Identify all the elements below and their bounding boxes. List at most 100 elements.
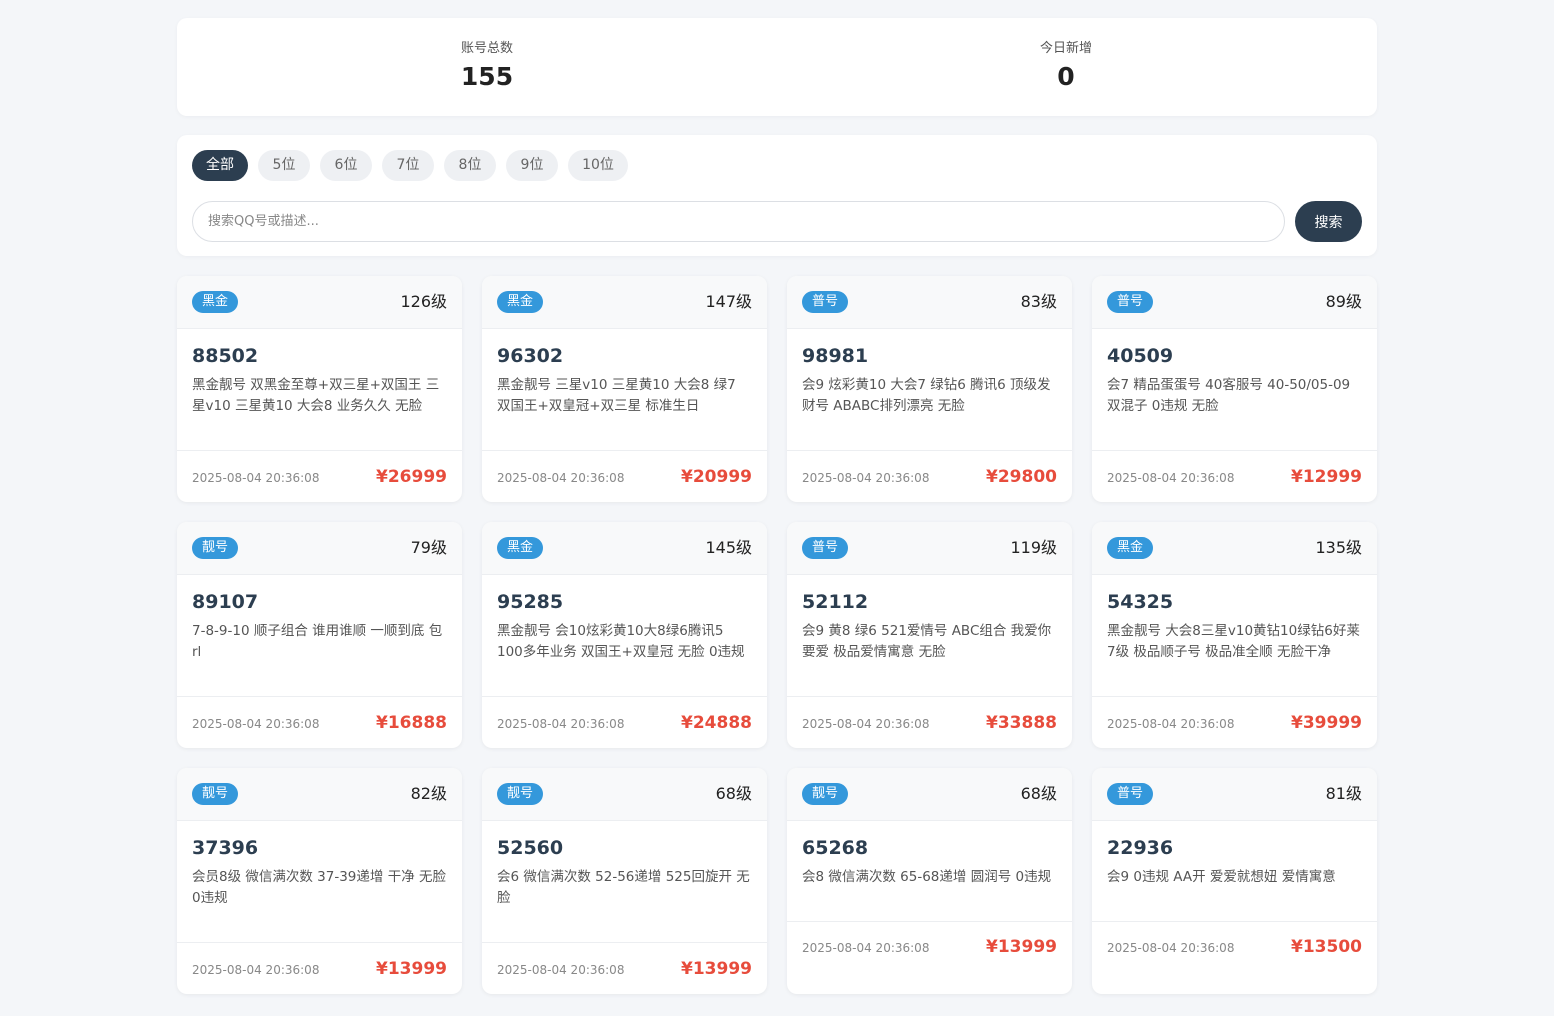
- description: 7-8-9-10 顺子组合 谁用谁顺 一顺到底 包rl: [192, 623, 443, 660]
- card-header: 黑金 135级: [1092, 522, 1377, 575]
- level-text: 68级: [715, 784, 752, 803]
- description: 会9 0违规 AA开 爱爱就想妞 爱情寓意: [1107, 869, 1336, 885]
- card-footer: 2025-08-04 20:36:08 ¥13999: [482, 942, 767, 994]
- search-input[interactable]: [192, 201, 1285, 242]
- card-footer: 2025-08-04 20:36:08 ¥13500: [1092, 921, 1377, 994]
- description: 会6 微信满次数 52-56递增 525回旋开 无脸: [497, 869, 750, 906]
- qq-number: 52112: [802, 591, 869, 613]
- card-header: 靓号 68级: [787, 768, 1072, 821]
- type-badge: 靓号: [192, 537, 239, 559]
- stat-today: 今日新增 0: [966, 40, 1166, 92]
- price: ¥13999: [986, 937, 1057, 957]
- card-header: 黑金 126级: [177, 276, 462, 329]
- account-card[interactable]: 普号 81级 22936 会9 0违规 AA开 爱爱就想妞 爱情寓意 2025-…: [1092, 768, 1377, 994]
- timestamp: 2025-08-04 20:36:08: [802, 941, 930, 955]
- account-card[interactable]: 普号 83级 98981 会9 炫彩黄10 大会7 绿钻6 腾讯6 顶级发财号 …: [787, 276, 1072, 502]
- tab-10[interactable]: 10位: [568, 150, 628, 181]
- price: ¥29800: [986, 467, 1057, 487]
- price: ¥33888: [986, 713, 1057, 733]
- tab-9[interactable]: 9位: [506, 150, 558, 181]
- stat-total: 账号总数 155: [387, 40, 587, 92]
- card-header: 黑金 147级: [482, 276, 767, 329]
- account-card[interactable]: 黑金 135级 54325 黑金靓号 大会8三星v10黄钻10绿钻6好莱7级 极…: [1092, 522, 1377, 748]
- type-badge: 黑金: [497, 537, 544, 559]
- description: 黑金靓号 三星v10 三星黄10 大会8 绿7 双国王+双皇冠+双三星 标准生日: [497, 377, 736, 414]
- type-badge: 靓号: [802, 783, 849, 805]
- qq-number: 88502: [192, 345, 259, 367]
- tab-all[interactable]: 全部: [192, 150, 248, 181]
- level-text: 81级: [1325, 784, 1362, 803]
- card-header: 靓号 68级: [482, 768, 767, 821]
- type-badge: 普号: [802, 291, 849, 313]
- account-card[interactable]: 靓号 68级 65268 会8 微信满次数 65-68递增 圆润号 0违规 20…: [787, 768, 1072, 994]
- level-text: 79级: [410, 538, 447, 557]
- account-card[interactable]: 普号 119级 52112 会9 黄8 绿6 521爱情号 ABC组合 我爱你要…: [787, 522, 1072, 748]
- account-card[interactable]: 靓号 82级 37396 会员8级 微信满次数 37-39递增 干净 无脸 0违…: [177, 768, 462, 994]
- search-button[interactable]: 搜索: [1295, 201, 1362, 242]
- account-card[interactable]: 黑金 147级 96302 黑金靓号 三星v10 三星黄10 大会8 绿7 双国…: [482, 276, 767, 502]
- account-grid: 黑金 126级 88502 黑金靓号 双黑金至尊+双三星+双国王 三星v10 三…: [177, 276, 1377, 994]
- card-header: 普号 83级: [787, 276, 1072, 329]
- qq-number: 98981: [802, 345, 869, 367]
- description: 黑金靓号 大会8三星v10黄钻10绿钻6好莱7级 极品顺子号 极品准全顺 无脸干…: [1107, 623, 1360, 660]
- card-footer: 2025-08-04 20:36:08 ¥29800: [787, 450, 1072, 502]
- level-text: 89级: [1325, 292, 1362, 311]
- level-text: 147级: [705, 292, 752, 311]
- card-body: 40509 会7 精品蛋蛋号 40客服号 40-50/05-09 双混子 0违规…: [1092, 329, 1377, 451]
- type-badge: 靓号: [497, 783, 544, 805]
- card-footer: 2025-08-04 20:36:08 ¥26999: [177, 450, 462, 502]
- stat-today-value: 0: [1057, 62, 1075, 91]
- account-card[interactable]: 黑金 145级 95285 黑金靓号 会10炫彩黄10大8绿6腾讯5 100多年…: [482, 522, 767, 748]
- card-body: 22936 会9 0违规 AA开 爱爱就想妞 爱情寓意: [1092, 821, 1377, 922]
- timestamp: 2025-08-04 20:36:08: [802, 717, 930, 731]
- price: ¥20999: [681, 467, 752, 487]
- card-body: 88502 黑金靓号 双黑金至尊+双三星+双国王 三星v10 三星黄10 大会8…: [177, 329, 462, 451]
- card-body: 37396 会员8级 微信满次数 37-39递增 干净 无脸 0违规: [177, 821, 462, 943]
- tab-5[interactable]: 5位: [258, 150, 310, 181]
- account-card[interactable]: 黑金 126级 88502 黑金靓号 双黑金至尊+双三星+双国王 三星v10 三…: [177, 276, 462, 502]
- length-tabs: 全部 5位 6位 7位 8位 9位 10位: [192, 150, 628, 181]
- card-header: 普号 119级: [787, 522, 1072, 575]
- account-card[interactable]: 靓号 68级 52560 会6 微信满次数 52-56递增 525回旋开 无脸 …: [482, 768, 767, 994]
- qq-number: 89107: [192, 591, 259, 613]
- tab-8[interactable]: 8位: [444, 150, 496, 181]
- timestamp: 2025-08-04 20:36:08: [192, 717, 320, 731]
- price: ¥13500: [1291, 937, 1362, 957]
- type-badge: 普号: [1107, 291, 1154, 313]
- level-text: 68级: [1020, 784, 1057, 803]
- card-header: 靓号 79级: [177, 522, 462, 575]
- description: 黑金靓号 会10炫彩黄10大8绿6腾讯5 100多年业务 双国王+双皇冠 无脸 …: [497, 623, 745, 660]
- card-body: 52560 会6 微信满次数 52-56递增 525回旋开 无脸: [482, 821, 767, 943]
- card-header: 普号 89级: [1092, 276, 1377, 329]
- stat-today-label: 今日新增: [1039, 41, 1092, 56]
- description: 会7 精品蛋蛋号 40客服号 40-50/05-09 双混子 0违规 无脸: [1107, 377, 1351, 414]
- account-card[interactable]: 普号 89级 40509 会7 精品蛋蛋号 40客服号 40-50/05-09 …: [1092, 276, 1377, 502]
- stats-panel: 账号总数 155 今日新增 0: [177, 18, 1377, 116]
- price: ¥39999: [1291, 713, 1362, 733]
- card-body: 54325 黑金靓号 大会8三星v10黄钻10绿钻6好莱7级 极品顺子号 极品准…: [1092, 575, 1377, 697]
- price: ¥13999: [376, 959, 447, 979]
- timestamp: 2025-08-04 20:36:08: [497, 963, 625, 977]
- description: 会员8级 微信满次数 37-39递增 干净 无脸 0违规: [192, 869, 446, 906]
- qq-number: 52560: [497, 837, 564, 859]
- tab-6[interactable]: 6位: [320, 150, 372, 181]
- level-text: 145级: [705, 538, 752, 557]
- qq-number: 95285: [497, 591, 564, 613]
- card-header: 黑金 145级: [482, 522, 767, 575]
- description: 黑金靓号 双黑金至尊+双三星+双国王 三星v10 三星黄10 大会8 业务久久 …: [192, 377, 440, 414]
- level-text: 119级: [1010, 538, 1057, 557]
- level-text: 83级: [1020, 292, 1057, 311]
- card-footer: 2025-08-04 20:36:08 ¥13999: [787, 921, 1072, 994]
- type-badge: 黑金: [192, 291, 239, 313]
- card-footer: 2025-08-04 20:36:08 ¥39999: [1092, 696, 1377, 748]
- tab-7[interactable]: 7位: [382, 150, 434, 181]
- type-badge: 普号: [802, 537, 849, 559]
- type-badge: 靓号: [192, 783, 239, 805]
- card-header: 普号 81级: [1092, 768, 1377, 821]
- card-body: 52112 会9 黄8 绿6 521爱情号 ABC组合 我爱你要爱 极品爱情寓意…: [787, 575, 1072, 697]
- type-badge: 黑金: [1107, 537, 1154, 559]
- price: ¥16888: [376, 713, 447, 733]
- account-card[interactable]: 靓号 79级 89107 7-8-9-10 顺子组合 谁用谁顺 一顺到底 包rl…: [177, 522, 462, 748]
- card-footer: 2025-08-04 20:36:08 ¥33888: [787, 696, 1072, 748]
- qq-number: 54325: [1107, 591, 1174, 613]
